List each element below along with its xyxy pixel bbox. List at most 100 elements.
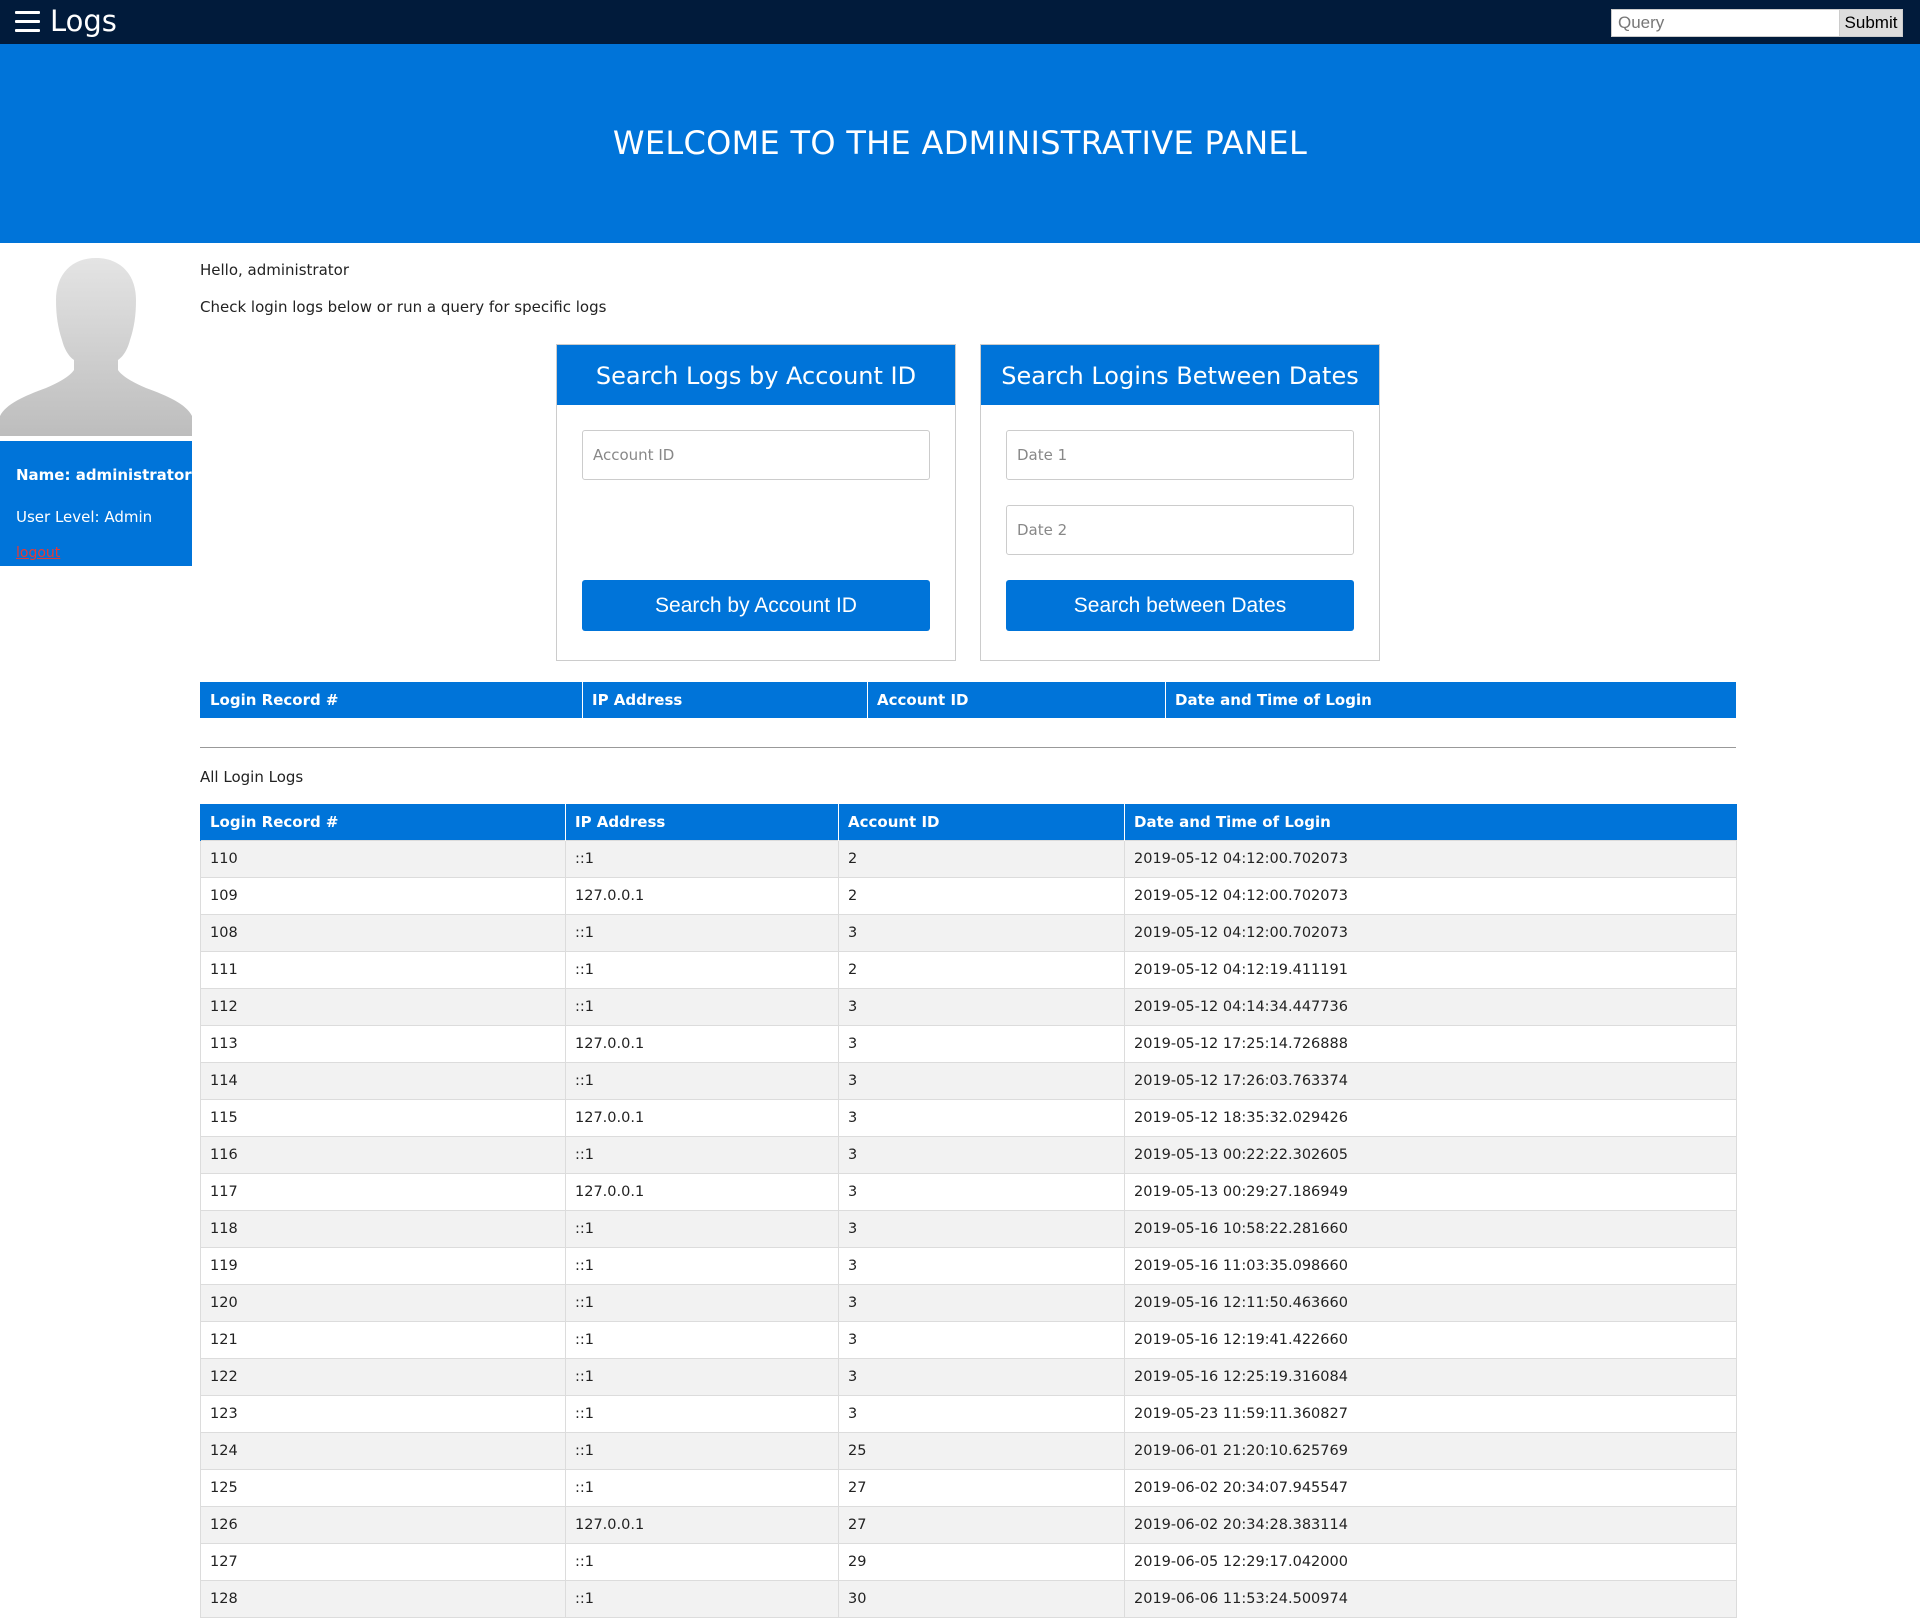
cell-account-id: 3 bbox=[838, 1358, 1125, 1396]
cell-account-id: 3 bbox=[838, 1284, 1125, 1322]
cell-account-id: 3 bbox=[838, 988, 1125, 1026]
cell-login-record: 125 bbox=[200, 1469, 566, 1507]
cell-ip-address: ::1 bbox=[565, 840, 839, 878]
greeting-text: Hello, administrator bbox=[200, 261, 350, 279]
hero-title: WELCOME TO THE ADMINISTRATIVE PANEL bbox=[612, 124, 1308, 162]
cell-datetime: 2019-05-12 04:12:00.702073 bbox=[1124, 840, 1737, 878]
cell-datetime: 2019-05-13 00:22:22.302605 bbox=[1124, 1136, 1737, 1174]
table-row: 113 127.0.0.1 3 2019-05-12 17:25:14.726888 bbox=[200, 1025, 1737, 1063]
intro-text: Check login logs below or run a query fo… bbox=[200, 298, 607, 316]
search-by-account-button[interactable]: Search by Account ID bbox=[582, 580, 930, 631]
profile-card: Name: administrator User Level: Admin lo… bbox=[0, 441, 192, 566]
table-row: 117 127.0.0.1 3 2019-05-13 00:29:27.186949 bbox=[200, 1173, 1737, 1211]
top-navbar: Logs Submit bbox=[0, 0, 1920, 44]
cell-ip-address: ::1 bbox=[565, 1395, 839, 1433]
query-submit-button[interactable]: Submit bbox=[1839, 9, 1903, 37]
cell-datetime: 2019-05-16 10:58:22.281660 bbox=[1124, 1210, 1737, 1248]
cell-datetime: 2019-05-12 17:26:03.763374 bbox=[1124, 1062, 1737, 1100]
date2-input[interactable] bbox=[1006, 505, 1354, 555]
cell-datetime: 2019-06-06 11:53:24.500974 bbox=[1124, 1580, 1737, 1618]
result-header-account-id: Account ID bbox=[867, 682, 1166, 718]
cell-login-record: 128 bbox=[200, 1580, 566, 1618]
all-logs-table: Login Record # IP Address Account ID Dat… bbox=[200, 804, 1737, 1618]
cell-login-record: 127 bbox=[200, 1543, 566, 1581]
cell-datetime: 2019-06-02 20:34:28.383114 bbox=[1124, 1506, 1737, 1544]
table-row: 119::1 3 2019-05-16 11:03:35.098660 bbox=[200, 1247, 1737, 1285]
table-row: 115 127.0.0.1 3 2019-05-12 18:35:32.029426 bbox=[200, 1099, 1737, 1137]
cell-ip-address: ::1 bbox=[565, 1543, 839, 1581]
cell-ip-address: ::1 bbox=[565, 988, 839, 1026]
cell-account-id: 29 bbox=[838, 1543, 1125, 1581]
cell-ip-address: ::1 bbox=[565, 1469, 839, 1507]
cell-ip-address: ::1 bbox=[565, 1580, 839, 1618]
table-row: 111::1 2 2019-05-12 04:12:19.411191 bbox=[200, 951, 1737, 989]
table-row: 120::1 3 2019-05-16 12:11:50.463660 bbox=[200, 1284, 1737, 1322]
table-row: 118::1 3 2019-05-16 10:58:22.281660 bbox=[200, 1210, 1737, 1248]
result-header-login-record: Login Record # bbox=[200, 682, 583, 718]
table-row: 109 127.0.0.1 2 2019-05-12 04:12:00.702073 bbox=[200, 877, 1737, 915]
cell-account-id: 3 bbox=[838, 1247, 1125, 1285]
cell-datetime: 2019-05-12 17:25:14.726888 bbox=[1124, 1025, 1737, 1063]
cell-datetime: 2019-05-12 04:12:00.702073 bbox=[1124, 914, 1737, 952]
cell-account-id: 27 bbox=[838, 1506, 1125, 1544]
table-row: 110::1 2 2019-05-12 04:12:00.702073 bbox=[200, 840, 1737, 878]
cell-datetime: 2019-05-12 04:14:34.447736 bbox=[1124, 988, 1737, 1026]
cell-datetime: 2019-05-16 12:25:19.316084 bbox=[1124, 1358, 1737, 1396]
cell-datetime: 2019-05-13 00:29:27.186949 bbox=[1124, 1173, 1737, 1211]
cell-account-id: 2 bbox=[838, 840, 1125, 878]
all-logs-label: All Login Logs bbox=[200, 768, 304, 786]
cell-login-record: 126 bbox=[200, 1506, 566, 1544]
cell-account-id: 3 bbox=[838, 1025, 1125, 1063]
date1-input[interactable] bbox=[1006, 430, 1354, 480]
cell-login-record: 115 bbox=[200, 1099, 566, 1137]
profile-name: Name: administrator bbox=[16, 466, 192, 484]
cell-ip-address: ::1 bbox=[565, 1062, 839, 1100]
cell-login-record: 122 bbox=[200, 1358, 566, 1396]
search-dates-title: Search Logins Between Dates bbox=[981, 345, 1379, 405]
table-row: 121::1 3 2019-05-16 12:19:41.422660 bbox=[200, 1321, 1737, 1359]
cell-account-id: 3 bbox=[838, 1062, 1125, 1100]
search-between-dates-button[interactable]: Search between Dates bbox=[1006, 580, 1354, 631]
cell-datetime: 2019-05-12 04:12:19.411191 bbox=[1124, 951, 1737, 989]
cell-account-id: 3 bbox=[838, 1210, 1125, 1248]
cell-ip-address: ::1 bbox=[565, 1247, 839, 1285]
cell-account-id: 3 bbox=[838, 1395, 1125, 1433]
cell-login-record: 119 bbox=[200, 1247, 566, 1285]
cell-ip-address: ::1 bbox=[565, 1358, 839, 1396]
cell-datetime: 2019-05-23 11:59:11.360827 bbox=[1124, 1395, 1737, 1433]
search-account-panel: Search Logs by Account ID Search by Acco… bbox=[556, 344, 956, 661]
table-row: 126 127.0.0.1 27 2019-06-02 20:34:28.383114 bbox=[200, 1506, 1737, 1544]
section-divider bbox=[200, 747, 1736, 748]
table-row: 116::1 3 2019-05-13 00:22:22.302605 bbox=[200, 1136, 1737, 1174]
cell-login-record: 109 bbox=[200, 877, 566, 915]
logs-header-ip-address: IP Address bbox=[565, 804, 839, 841]
cell-login-record: 124 bbox=[200, 1432, 566, 1470]
table-row: 127::1 29 2019-06-05 12:29:17.042000 bbox=[200, 1543, 1737, 1581]
result-header-datetime: Date and Time of Login bbox=[1165, 682, 1737, 718]
logs-table-body: 110::1 2 2019-05-12 04:12:00.702073 109 127.… bbox=[200, 840, 1737, 1618]
logout-link[interactable]: logout bbox=[16, 545, 60, 561]
cell-account-id: 2 bbox=[838, 877, 1125, 915]
search-account-title: Search Logs by Account ID bbox=[557, 345, 955, 405]
cell-ip-address: ::1 bbox=[565, 1284, 839, 1322]
account-id-input[interactable] bbox=[582, 430, 930, 480]
query-input[interactable] bbox=[1611, 9, 1839, 37]
cell-login-record: 113 bbox=[200, 1025, 566, 1063]
cell-ip-address: ::1 bbox=[565, 1136, 839, 1174]
cell-account-id: 30 bbox=[838, 1580, 1125, 1618]
cell-ip-address: 127.0.0.1 bbox=[565, 1025, 839, 1063]
cell-ip-address: 127.0.0.1 bbox=[565, 1506, 839, 1544]
cell-ip-address: 127.0.0.1 bbox=[565, 1173, 839, 1211]
hero-banner: WELCOME TO THE ADMINISTRATIVE PANEL bbox=[0, 44, 1920, 243]
hamburger-menu-icon[interactable] bbox=[15, 11, 40, 33]
cell-account-id: 2 bbox=[838, 951, 1125, 989]
cell-datetime: 2019-05-12 18:35:32.029426 bbox=[1124, 1099, 1737, 1137]
cell-login-record: 120 bbox=[200, 1284, 566, 1322]
logs-header-login-record: Login Record # bbox=[200, 804, 566, 841]
logs-header-datetime: Date and Time of Login bbox=[1124, 804, 1737, 841]
cell-datetime: 2019-06-05 12:29:17.042000 bbox=[1124, 1543, 1737, 1581]
cell-account-id: 3 bbox=[838, 1136, 1125, 1174]
search-result-table: Login Record # IP Address Account ID Dat… bbox=[200, 682, 1737, 718]
cell-datetime: 2019-06-01 21:20:10.625769 bbox=[1124, 1432, 1737, 1470]
cell-ip-address: ::1 bbox=[565, 951, 839, 989]
